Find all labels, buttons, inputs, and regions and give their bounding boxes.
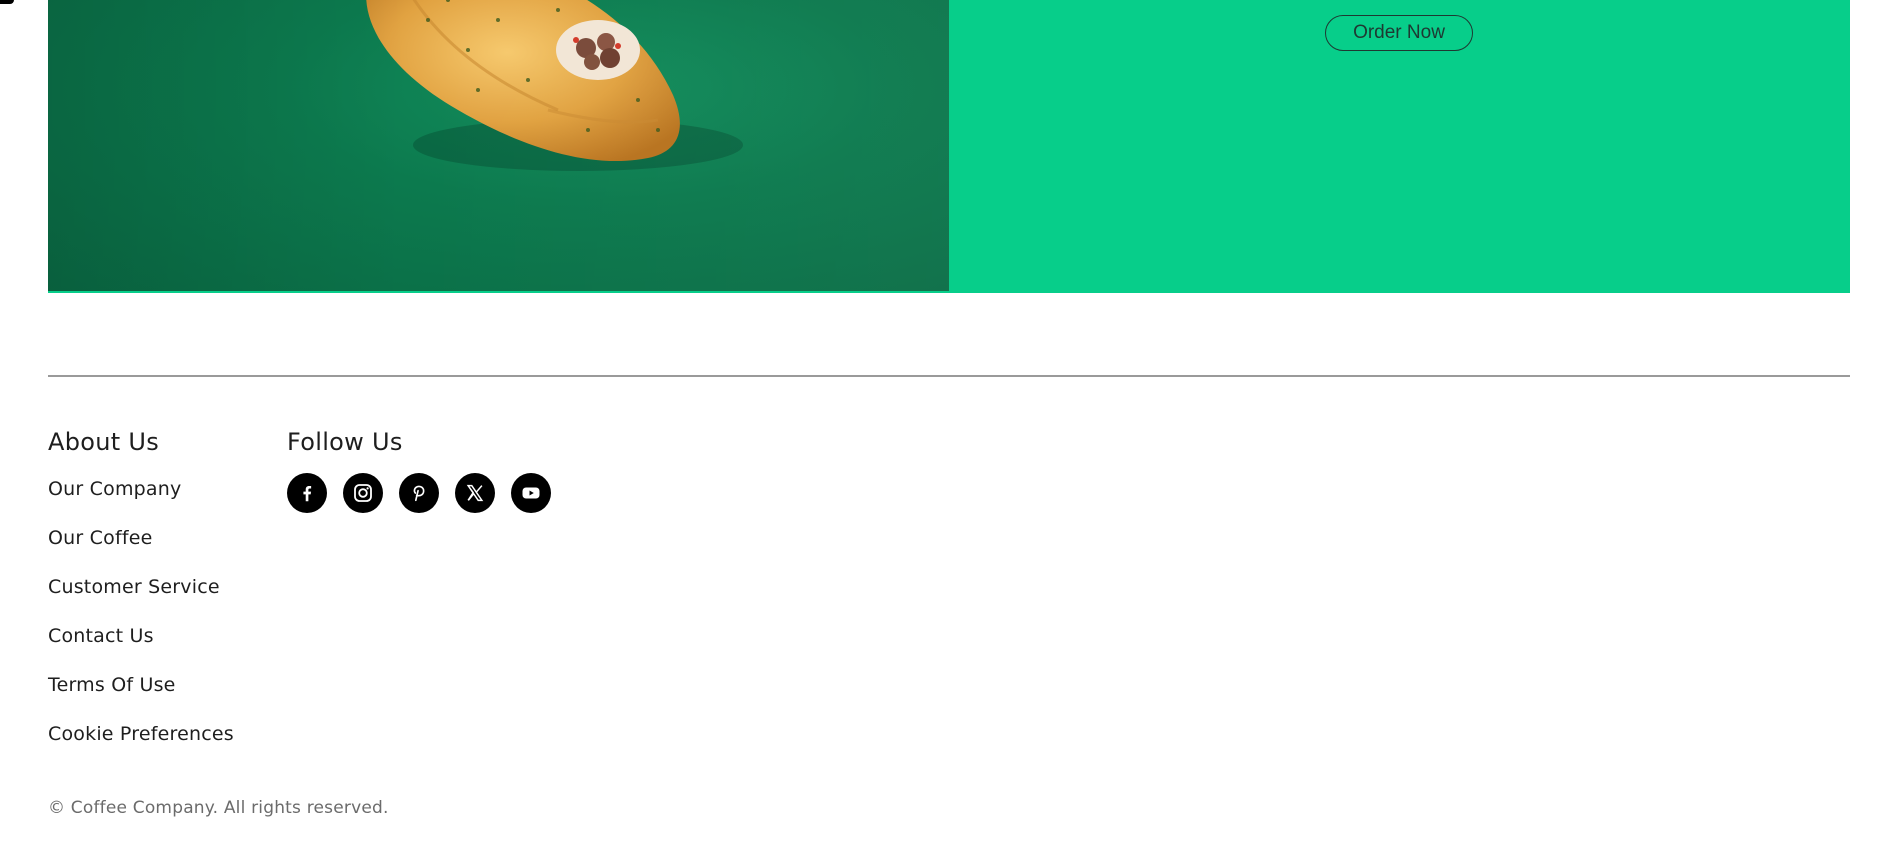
page: Order Now About Us Our Company Our Coffe…	[0, 0, 1898, 868]
footer-divider	[48, 375, 1850, 377]
x-icon[interactable]	[455, 473, 495, 513]
list-item: Our Company	[48, 475, 234, 524]
terms-of-use-link[interactable]: Terms Of Use	[48, 674, 176, 696]
list-item: Terms Of Use	[48, 671, 234, 720]
cookie-preferences-link[interactable]: Cookie Preferences	[48, 723, 234, 745]
copyright-text: © Coffee Company. All rights reserved.	[48, 798, 389, 818]
footer-about-section: About Us Our Company Our Coffee Customer…	[48, 425, 234, 769]
contact-us-link[interactable]: Contact Us	[48, 625, 154, 647]
pinterest-icon[interactable]	[399, 473, 439, 513]
order-now-button[interactable]: Order Now	[1325, 15, 1473, 51]
follow-us-heading: Follow Us	[287, 428, 403, 456]
promo-text-panel: Order Now	[949, 0, 1850, 293]
instagram-icon[interactable]	[343, 473, 383, 513]
about-us-heading: About Us	[48, 428, 160, 456]
youtube-icon[interactable]	[511, 473, 551, 513]
about-links: Our Company Our Coffee Customer Service …	[48, 475, 234, 769]
pastry-image	[366, 0, 743, 171]
list-item: Contact Us	[48, 622, 234, 671]
list-item: Customer Service	[48, 573, 234, 622]
our-coffee-link[interactable]: Our Coffee	[48, 527, 153, 549]
our-company-link[interactable]: Our Company	[48, 478, 181, 500]
customer-service-link[interactable]: Customer Service	[48, 576, 220, 598]
list-item: Our Coffee	[48, 524, 234, 573]
social-links	[287, 473, 551, 513]
list-item: Cookie Preferences	[48, 720, 234, 769]
promo-banner: Order Now	[48, 0, 1850, 293]
footer-follow-section: Follow Us	[287, 425, 551, 513]
window-corner	[0, 0, 14, 4]
facebook-icon[interactable]	[287, 473, 327, 513]
promo-image	[48, 0, 949, 293]
